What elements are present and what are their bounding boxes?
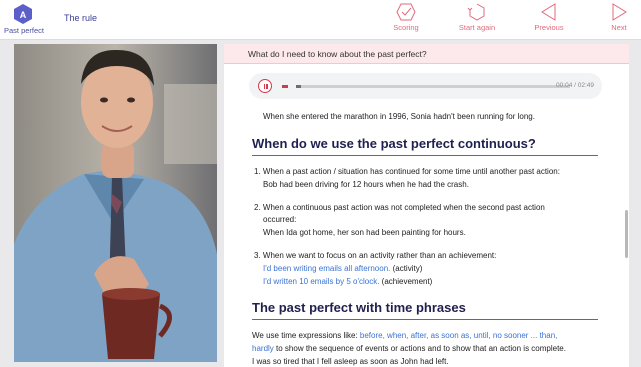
logo-label: Past perfect: [4, 26, 45, 35]
time-phrases-line-1: We use time expressions like: before, wh…: [252, 331, 557, 340]
rule-item-1-example: Bob had been driving for 12 hours when h…: [263, 180, 469, 189]
scoring-button[interactable]: Scoring: [381, 3, 431, 37]
previous-label: Previous: [534, 23, 564, 32]
next-button[interactable]: Next: [594, 3, 641, 37]
time-phrases-prefix: We use time expressions like:: [252, 331, 360, 340]
top-bar: A Past perfect The rule Scoring Start ag…: [0, 0, 641, 40]
rule-item-3: 3. When we want to focus on an activity …: [254, 251, 497, 260]
playhead-marker: [282, 85, 288, 88]
section-heading-continuous: When do we use the past perfect continuo…: [252, 136, 536, 151]
previous-arrow-icon: [541, 3, 556, 21]
rule-item-3-example-1-text: I'd been writing emails all afternoon.: [263, 264, 391, 273]
rule-item-2-line2: occurred:: [263, 215, 297, 224]
content-scrollbar[interactable]: [625, 210, 628, 258]
next-arrow-icon: [612, 3, 627, 21]
lesson-content-panel[interactable]: What do I need to know about the past pe…: [224, 44, 629, 367]
scoring-icon: [396, 3, 416, 21]
rule-item-3-example-1: I'd been writing emails all afternoon. (…: [263, 264, 422, 273]
time-phrases-expressions: before, when, after, as soon as, until, …: [359, 331, 558, 340]
audio-time: 00:04 / 02:49: [556, 82, 594, 89]
section-divider: [252, 155, 598, 156]
scoring-label: Scoring: [393, 23, 419, 32]
example-top: When she entered the marathon in 1996, S…: [263, 112, 535, 121]
previous-button[interactable]: Previous: [524, 3, 574, 37]
lesson-title: The rule: [64, 13, 98, 23]
time-phrases-example: I was so tired that I fell asleep as soo…: [252, 357, 449, 366]
audio-progress-track[interactable]: [296, 85, 570, 88]
question-text: What do I need to know about the past pe…: [248, 49, 427, 59]
start-again-label: Start again: [458, 23, 496, 32]
presenter-photo: [14, 44, 217, 362]
question-bar: What do I need to know about the past pe…: [224, 44, 629, 64]
section-heading-time-phrases: The past perfect with time phrases: [252, 300, 466, 315]
audio-player: 00:04 / 02:49: [249, 73, 602, 99]
rule-item-3-example-2-text: I'd written 10 emails by 5 o'clock.: [263, 277, 380, 286]
time-phrases-rest: to show the sequence of events or action…: [273, 344, 566, 353]
restart-icon: [467, 3, 485, 21]
next-label: Next: [611, 23, 627, 32]
rule-item-2-example: When Ida got home, her son had been pain…: [263, 228, 466, 237]
time-phrases-hardly: hardly: [252, 344, 274, 353]
time-phrases-line-2: hardly to show the sequence of events or…: [252, 344, 566, 353]
start-again-button[interactable]: Start again: [452, 3, 502, 37]
section-divider: [252, 319, 598, 320]
logo-icon[interactable]: A: [14, 4, 32, 24]
audio-progress-fill: [296, 85, 302, 88]
rule-item-3-example-2-note: (achievement): [379, 277, 433, 286]
logo-letter: A: [20, 10, 27, 20]
rule-item-3-example-1-note: (activity): [390, 264, 423, 273]
pause-button[interactable]: [258, 79, 272, 93]
rule-item-1: 1. When a past action / situation has co…: [254, 167, 560, 176]
rule-item-3-example-2: I'd written 10 emails by 5 o'clock. (ach…: [263, 277, 432, 286]
rule-item-2-line1: 2. When a continuous past action was not…: [254, 203, 545, 212]
